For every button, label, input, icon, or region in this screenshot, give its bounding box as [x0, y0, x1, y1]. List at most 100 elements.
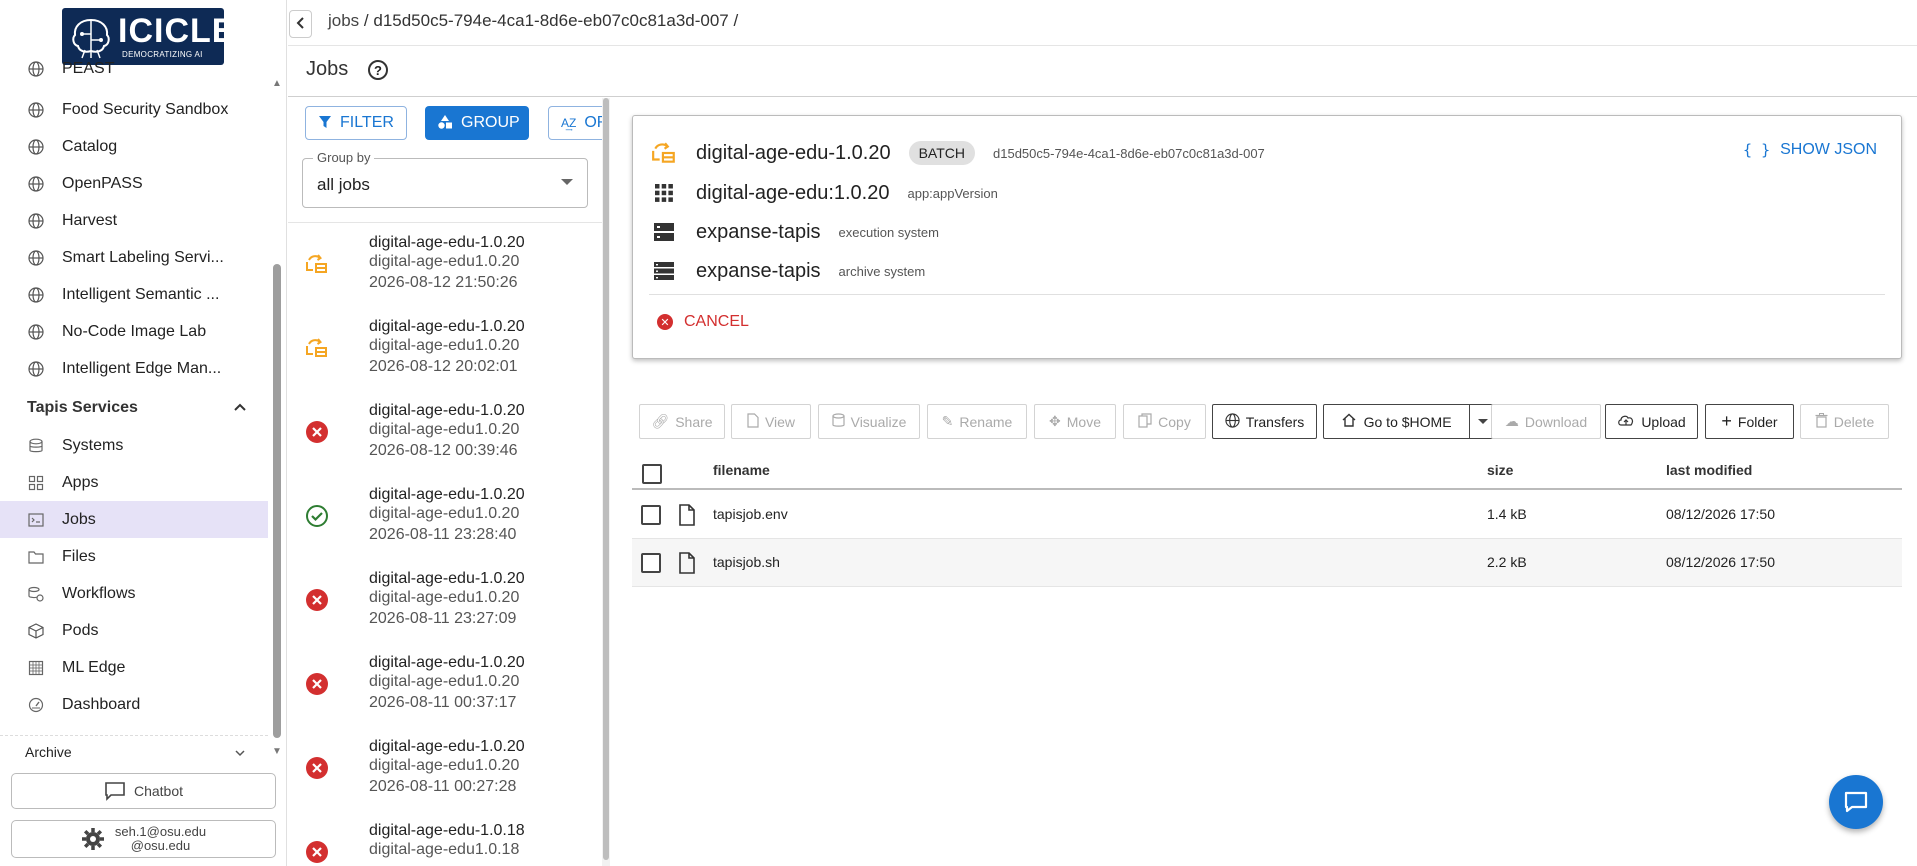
- group-button[interactable]: GROUP: [425, 106, 529, 140]
- sidebar-scrollbar[interactable]: ▲ ▼: [271, 78, 283, 758]
- sidebar-item-intelligent-edge[interactable]: Intelligent Edge Man...: [0, 350, 268, 387]
- cube-icon: [27, 622, 45, 640]
- sidebar-item-harvest[interactable]: Harvest: [0, 202, 268, 239]
- sidebar-item-openpass[interactable]: OpenPASS: [0, 165, 268, 202]
- group-by-select[interactable]: Group by all jobs: [302, 150, 588, 208]
- delete-button[interactable]: Delete: [1800, 404, 1889, 439]
- share-button[interactable]: 🔗︎ Share: [639, 404, 725, 439]
- move-button[interactable]: ✥ Move: [1034, 404, 1116, 439]
- job-running-icon: [651, 140, 677, 166]
- order-button[interactable]: A͢Z ORDER: [548, 106, 602, 140]
- chat-fab-button[interactable]: [1829, 775, 1883, 829]
- sidebar-item-catalog[interactable]: Catalog: [0, 128, 268, 165]
- job-name: digital-age-edu-1.0.18: [369, 822, 525, 839]
- scroll-down-icon[interactable]: ▼: [272, 746, 282, 757]
- job-list-item[interactable]: digital-age-edu-1.0.20 digital-age-edu1.…: [288, 476, 602, 560]
- logo-subtitle: DEMOCRATIZING AI: [122, 50, 203, 59]
- column-size[interactable]: size: [1487, 462, 1513, 478]
- sidebar-item-intelligent-semantic[interactable]: Intelligent Semantic ...: [0, 276, 268, 313]
- table-row[interactable]: tapisjob.env 1.4 kB 08/12/2026 17:50: [632, 491, 1902, 539]
- rename-button[interactable]: ✎ Rename: [927, 404, 1027, 439]
- help-icon[interactable]: ?: [368, 60, 388, 80]
- select-all-checkbox[interactable]: [642, 464, 662, 484]
- breadcrumb-job-id[interactable]: d15d50c5-794e-4ca1-8d6e-eb07c0c81a3d-007: [373, 11, 728, 30]
- sidebar-item-no-code-image-lab[interactable]: No-Code Image Lab: [0, 313, 268, 350]
- sidebar-item-files[interactable]: Files: [0, 538, 268, 575]
- scrollbar-thumb[interactable]: [603, 98, 609, 860]
- job-failed-icon: [305, 756, 329, 780]
- sidebar-item-ml-edge[interactable]: ML Edge: [0, 649, 268, 686]
- sidebar-item-peast[interactable]: PEAST: [0, 60, 268, 87]
- link-icon: 🔗︎: [651, 413, 670, 429]
- breadcrumb-jobs-link[interactable]: jobs: [328, 11, 359, 30]
- job-list-item[interactable]: digital-age-edu-1.0.18 digital-age-edu1.…: [288, 812, 602, 866]
- cloud-upload-icon: [1617, 413, 1635, 430]
- job-app: digital-age-edu1.0.20: [369, 421, 520, 438]
- copy-button[interactable]: Copy: [1123, 404, 1206, 439]
- trash-icon: [1815, 412, 1828, 431]
- job-list-scrollbar[interactable]: [602, 98, 610, 866]
- column-last-modified[interactable]: last modified: [1666, 462, 1752, 478]
- sidebar-item-jobs[interactable]: Jobs: [0, 501, 268, 538]
- job-list-item[interactable]: digital-age-edu-1.0.20 digital-age-edu1.…: [288, 728, 602, 812]
- job-name: digital-age-edu-1.0.20: [369, 318, 525, 335]
- page-title: Jobs: [306, 58, 349, 80]
- user-account-button[interactable]: seh.1@osu.edu @osu.edu: [11, 820, 276, 858]
- job-list-item[interactable]: digital-age-edu-1.0.20 digital-age-edu1.…: [288, 560, 602, 644]
- download-button[interactable]: ☁︎ Download: [1491, 404, 1601, 439]
- job-list-item[interactable]: digital-age-edu-1.0.20 digital-age-edu1.…: [288, 644, 602, 728]
- sidebar-item-label: Catalog: [62, 137, 118, 155]
- globe-icon: [27, 286, 45, 304]
- job-list-item[interactable]: digital-age-edu-1.0.20 digital-age-edu1.…: [288, 308, 602, 392]
- row-checkbox[interactable]: [641, 553, 661, 573]
- view-button[interactable]: View: [731, 404, 811, 439]
- scroll-up-icon[interactable]: ▲: [272, 78, 282, 89]
- scrollbar-thumb[interactable]: [273, 264, 281, 738]
- chat-bubble-icon: [1843, 790, 1869, 814]
- job-app: digital-age-edu1.0.20: [369, 505, 520, 522]
- table-row[interactable]: tapisjob.sh 2.2 kB 08/12/2026 17:50: [632, 539, 1902, 587]
- cancel-job-button[interactable]: ✕ CANCEL: [657, 313, 749, 331]
- job-list-item[interactable]: digital-age-edu-1.0.20 digital-age-edu1.…: [288, 224, 602, 308]
- collapse-sidebar-button[interactable]: [289, 10, 312, 38]
- move-label: Move: [1066, 413, 1101, 430]
- upload-button[interactable]: Upload: [1605, 404, 1698, 439]
- transfers-button[interactable]: Transfers: [1212, 404, 1317, 439]
- icicle-logo[interactable]: ICICLE DEMOCRATIZING AI: [62, 8, 234, 65]
- archive-section[interactable]: Archive: [0, 735, 268, 767]
- gauge-icon: [27, 696, 45, 714]
- show-json-button[interactable]: { } SHOW JSON: [1743, 141, 1877, 159]
- curly-braces-icon: { }: [1743, 141, 1771, 159]
- sidebar-nav: PEAST Food Security Sandbox Catalog Open…: [0, 60, 268, 740]
- tapis-services-header[interactable]: Tapis Services: [27, 393, 247, 423]
- new-folder-button[interactable]: + Folder: [1705, 404, 1794, 439]
- workflow-icon: [27, 585, 45, 603]
- sidebar-item-pods[interactable]: Pods: [0, 612, 268, 649]
- terminal-icon: [27, 511, 45, 529]
- job-time: 2026-08-11 23:27:09: [369, 610, 517, 627]
- app-row: digital-age-edu:1.0.20 app:appVersion: [651, 180, 998, 206]
- sidebar-item-food-security-sandbox[interactable]: Food Security Sandbox: [0, 91, 268, 128]
- go-home-button[interactable]: Go to $HOME: [1324, 405, 1471, 438]
- job-list-item[interactable]: digital-age-edu-1.0.20 digital-age-edu1.…: [288, 392, 602, 476]
- chatbot-button[interactable]: Chatbot: [11, 773, 276, 809]
- sidebar-item-dashboard[interactable]: Dashboard: [0, 686, 268, 723]
- globe-icon: [27, 138, 45, 156]
- sidebar-item-apps[interactable]: Apps: [0, 464, 268, 501]
- sidebar-item-smart-labeling[interactable]: Smart Labeling Servi...: [0, 239, 268, 276]
- sidebar-item-workflows[interactable]: Workflows: [0, 575, 268, 612]
- go-home-label: Go to $HOME: [1363, 413, 1452, 430]
- globe-icon: [27, 323, 45, 341]
- sidebar-item-systems[interactable]: Systems: [0, 427, 268, 464]
- user-email-line2: @osu.edu: [130, 838, 191, 853]
- filter-button[interactable]: FILTER: [305, 106, 407, 140]
- filter-icon: [318, 115, 332, 132]
- file-icon: [678, 504, 696, 526]
- archive-label: Archive: [25, 743, 72, 760]
- view-label: View: [764, 413, 796, 430]
- row-checkbox[interactable]: [641, 505, 661, 525]
- divider: [288, 222, 602, 223]
- job-finished-icon: [305, 504, 329, 528]
- visualize-button[interactable]: Visualize: [818, 404, 920, 439]
- column-filename[interactable]: filename: [713, 462, 770, 478]
